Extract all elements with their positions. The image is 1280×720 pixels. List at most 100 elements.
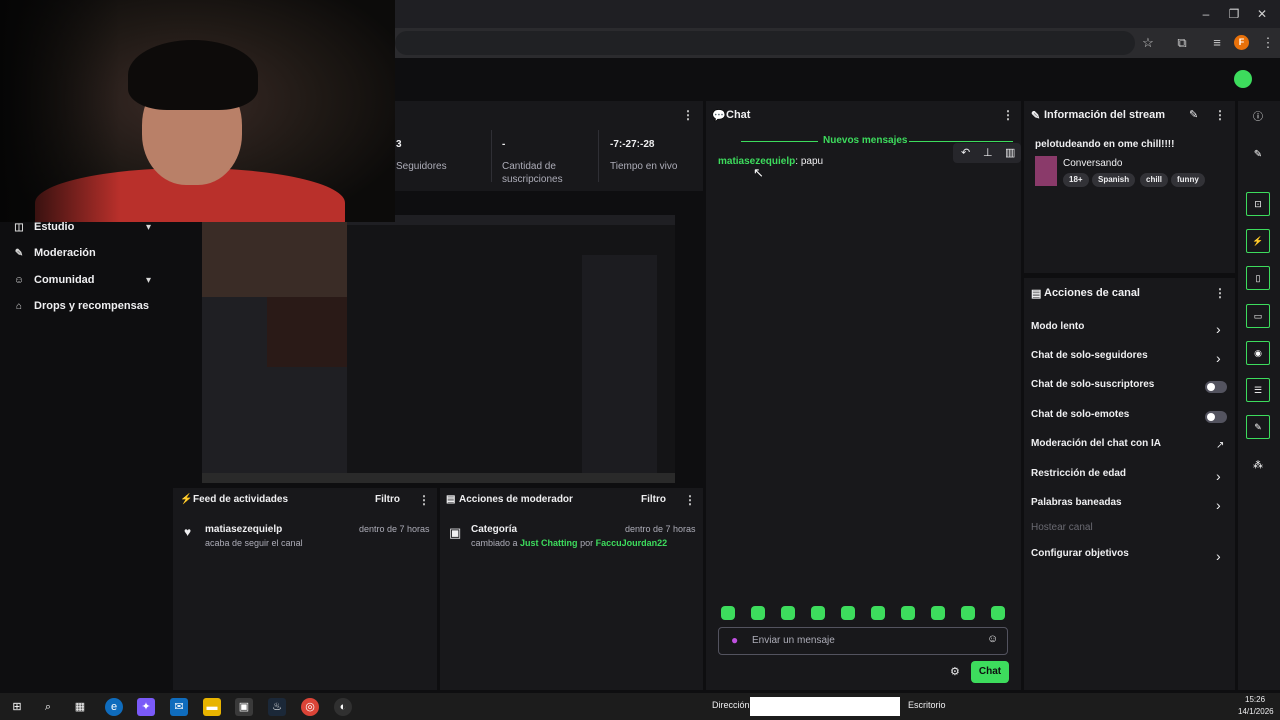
- layout-icon[interactable]: ☰: [1246, 378, 1270, 402]
- chat-send-button[interactable]: Chat: [971, 661, 1009, 683]
- emote-icon[interactable]: [781, 606, 795, 620]
- mod-action-category[interactable]: Just Chatting: [520, 538, 578, 548]
- edit-icon[interactable]: ✎: [1189, 108, 1198, 121]
- add-widget-icon[interactable]: ⁂: [1250, 458, 1266, 474]
- minimize-icon[interactable]: –: [1196, 6, 1216, 22]
- emote-icon[interactable]: [751, 606, 765, 620]
- sidebar: [0, 222, 172, 692]
- mail-icon[interactable]: ✉: [170, 698, 188, 716]
- chevron-right-icon[interactable]: ›: [1216, 322, 1221, 336]
- stream-category[interactable]: Conversando: [1063, 158, 1122, 169]
- pin-icon[interactable]: ⊥: [983, 146, 993, 159]
- channel-action-item[interactable]: Chat de solo-suscriptores: [1031, 379, 1154, 395]
- tag[interactable]: funny: [1171, 173, 1205, 187]
- chevron-right-icon[interactable]: ›: [1216, 351, 1221, 365]
- profile-avatar[interactable]: F: [1234, 35, 1249, 50]
- channel-action-item[interactable]: Chat de solo-seguidores: [1031, 350, 1148, 366]
- restore-icon[interactable]: ❐: [1224, 6, 1244, 22]
- emote-icon[interactable]: [991, 606, 1005, 620]
- external-link-icon[interactable]: ↗: [1216, 439, 1224, 453]
- toggle-switch[interactable]: [1205, 411, 1227, 423]
- address-input[interactable]: [750, 697, 900, 716]
- mod-filter-button[interactable]: Filtro: [641, 494, 666, 505]
- stream-preview-video[interactable]: [202, 215, 675, 483]
- wrench-icon: ✎: [1031, 110, 1041, 122]
- chevron-down-icon[interactable]: ▾: [146, 275, 151, 286]
- chat-bubble-icon[interactable]: ▭: [1246, 304, 1270, 328]
- more-icon[interactable]: ⋮: [682, 108, 694, 122]
- more-icon[interactable]: ⋮: [1258, 34, 1278, 52]
- windows-icon[interactable]: ⊞: [8, 698, 26, 716]
- more-icon[interactable]: ⋮: [1214, 286, 1226, 300]
- chevron-right-icon[interactable]: ›: [1216, 498, 1221, 512]
- emote-icon[interactable]: [961, 606, 975, 620]
- obs-icon[interactable]: ◐: [334, 698, 352, 716]
- chrome-icon[interactable]: ◎: [301, 698, 319, 716]
- app-header: [395, 58, 1280, 100]
- desktop-label[interactable]: Escritorio: [908, 700, 946, 710]
- search-icon[interactable]: ⌕: [39, 698, 57, 716]
- mod-action-moderator[interactable]: FaccuJourdan22: [596, 538, 668, 548]
- document-icon[interactable]: ▯: [1246, 266, 1270, 290]
- screen-icon[interactable]: ⊡: [1246, 192, 1270, 216]
- star-icon[interactable]: ☆: [1138, 34, 1158, 52]
- channel-action-item[interactable]: Configurar objetivos: [1031, 548, 1129, 564]
- edge-icon[interactable]: e: [105, 698, 123, 716]
- emote-icon[interactable]: [901, 606, 915, 620]
- copilot-icon[interactable]: ✦: [137, 698, 155, 716]
- store-icon[interactable]: ▣: [235, 698, 253, 716]
- bolt-icon[interactable]: ⚡: [1246, 229, 1270, 253]
- wrench-icon[interactable]: ✎: [1246, 415, 1270, 439]
- tag[interactable]: chill: [1140, 173, 1169, 187]
- more-icon[interactable]: ⋮: [684, 493, 696, 507]
- sidebar-item-drops[interactable]: ⌂ Drops y recompensas: [12, 298, 149, 314]
- emote-icon[interactable]: [721, 606, 735, 620]
- preview-side: [582, 255, 657, 483]
- brand-logo[interactable]: [1234, 70, 1252, 88]
- channel-action-item[interactable]: Moderación del chat con IA: [1031, 438, 1161, 454]
- channel-action-item[interactable]: Palabras baneadas: [1031, 497, 1122, 513]
- tag[interactable]: Spanish: [1092, 173, 1136, 187]
- tag[interactable]: 18+: [1063, 173, 1089, 187]
- chevron-right-icon[interactable]: ›: [1216, 549, 1221, 563]
- extensions-icon[interactable]: ⧉: [1172, 34, 1192, 52]
- microphone-icon[interactable]: ●: [731, 633, 738, 647]
- task-view-icon[interactable]: ▦: [71, 698, 89, 716]
- mod-actions-panel: [440, 488, 703, 690]
- more-icon[interactable]: ⋮: [1002, 108, 1014, 122]
- folder-icon[interactable]: ▬: [203, 698, 221, 716]
- activity-user[interactable]: matiasezequielp: [205, 524, 282, 535]
- undo-icon[interactable]: ↶: [961, 146, 970, 159]
- channel-action-item[interactable]: Chat de solo-emotes: [1031, 409, 1129, 425]
- sidebar-item-moderacion[interactable]: ✎ Moderación: [12, 245, 96, 261]
- broadcast-icon[interactable]: ◉: [1246, 341, 1270, 365]
- channel-action-item[interactable]: Restricción de edad: [1031, 468, 1126, 484]
- toggle-switch[interactable]: [1205, 381, 1227, 393]
- address-bar[interactable]: [395, 31, 1135, 55]
- emoji-icon[interactable]: ☺: [987, 633, 998, 645]
- sidebar-item-comunidad[interactable]: ☺ Comunidad: [12, 272, 95, 288]
- chevron-right-icon[interactable]: ›: [1216, 469, 1221, 483]
- more-icon[interactable]: ⋮: [418, 493, 430, 507]
- clock-time[interactable]: 15:26: [1245, 695, 1265, 704]
- gear-icon[interactable]: ⚙: [950, 665, 960, 678]
- close-icon[interactable]: ✕: [1252, 6, 1272, 22]
- steam-icon[interactable]: ♨: [268, 698, 286, 716]
- emote-icon[interactable]: [871, 606, 885, 620]
- category-box-art: [1035, 156, 1057, 186]
- media-icon[interactable]: ≡: [1207, 34, 1227, 52]
- channel-action-item[interactable]: Modo lento: [1031, 321, 1084, 337]
- edit-icon[interactable]: ✎: [1250, 147, 1266, 163]
- clock-date[interactable]: 14/1/2026: [1238, 707, 1274, 716]
- emote-icon[interactable]: [931, 606, 945, 620]
- activity-filter-button[interactable]: Filtro: [375, 494, 400, 505]
- chevron-down-icon[interactable]: ▾: [146, 222, 151, 233]
- more-icon[interactable]: ⋮: [1214, 108, 1226, 122]
- trash-icon[interactable]: ▥: [1005, 146, 1015, 159]
- info-icon[interactable]: ⓘ: [1250, 110, 1266, 126]
- new-messages-label: Nuevos mensajes: [823, 135, 908, 146]
- emote-icon[interactable]: [841, 606, 855, 620]
- mod-action-mid: por: [580, 538, 594, 548]
- webcam-hair: [128, 40, 258, 110]
- emote-icon[interactable]: [811, 606, 825, 620]
